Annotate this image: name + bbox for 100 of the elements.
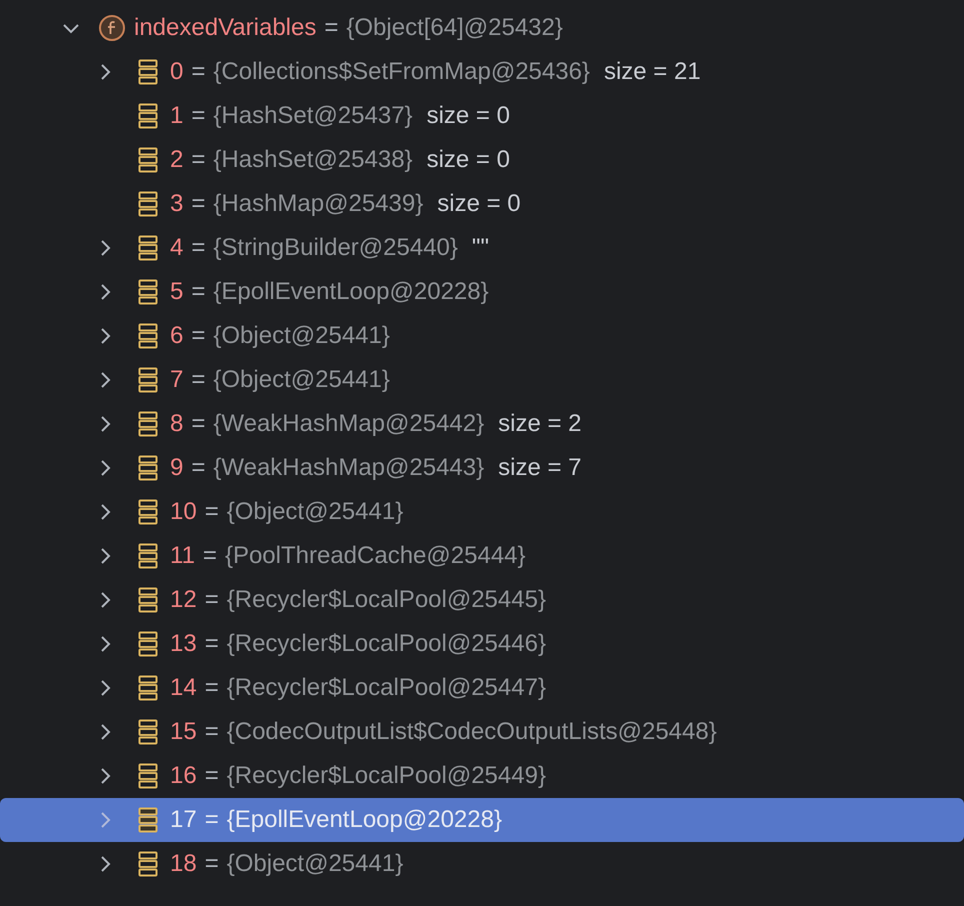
variable-row[interactable]: 5 = {EpollEventLoop@20228}: [0, 270, 964, 314]
stack-icon: [138, 675, 158, 701]
variable-row[interactable]: 0 = {Collections$SetFromMap@25436} size = 21: [0, 50, 964, 94]
equals-sign: =: [191, 365, 206, 395]
equals-sign: =: [324, 13, 338, 43]
variable-value: {HashMap@25439}: [213, 189, 424, 219]
variable-row[interactable]: 13 = {Recycler$LocalPool@25446}: [0, 622, 964, 666]
variable-row[interactable]: 17 = {EpollEventLoop@20228}: [0, 798, 964, 842]
variable-value: {WeakHashMap@25443}: [213, 453, 484, 483]
variable-name: 13: [170, 629, 197, 659]
equals-sign: =: [204, 761, 219, 791]
variable-name: 4: [170, 233, 184, 263]
variable-detail: size = 2: [498, 409, 582, 439]
variable-value: {Object@25441}: [226, 497, 404, 527]
equals-sign: =: [204, 849, 219, 879]
stack-icon: [138, 631, 158, 657]
stack-icon: [138, 279, 158, 305]
variable-row[interactable]: 6 = {Object@25441}: [0, 314, 964, 358]
stack-icon: [138, 147, 158, 173]
variable-row[interactable]: 3 = {HashMap@25439} size = 0: [0, 182, 964, 226]
variable-name: 11: [170, 541, 195, 571]
variable-row[interactable]: 1 = {HashSet@25437} size = 0: [0, 94, 964, 138]
equals-sign: =: [191, 277, 206, 307]
variable-row[interactable]: 2 = {HashSet@25438} size = 0: [0, 138, 964, 182]
variable-name: 0: [170, 57, 184, 87]
equals-sign: =: [191, 57, 206, 87]
stack-icon: [138, 499, 158, 525]
stack-icon: [138, 851, 158, 877]
variable-value: {HashSet@25438}: [213, 145, 413, 175]
variable-row[interactable]: 7 = {Object@25441}: [0, 358, 964, 402]
variable-name: 17: [170, 805, 197, 835]
variable-row[interactable]: 18 = {Object@25441}: [0, 842, 964, 886]
variable-value: {HashSet@25437}: [213, 101, 413, 131]
variable-value: {Recycler$LocalPool@25445}: [226, 585, 546, 615]
variable-detail: size = 0: [426, 145, 510, 175]
variable-name: 14: [170, 673, 197, 703]
variable-value: {Collections$SetFromMap@25436}: [213, 57, 590, 87]
stack-icon: [138, 323, 158, 349]
variable-value: {WeakHashMap@25442}: [213, 409, 484, 439]
variable-name: 8: [170, 409, 184, 439]
variable-name: indexedVariables: [134, 13, 316, 43]
stack-icon: [138, 191, 158, 217]
variable-value: {EpollEventLoop@20228}: [213, 277, 489, 307]
equals-sign: =: [204, 717, 219, 747]
variable-name: 9: [170, 453, 184, 483]
variable-row[interactable]: indexedVariables = {Object[64]@25432}: [0, 6, 964, 50]
variable-value: {Object[64]@25432}: [346, 13, 563, 43]
variable-row[interactable]: 12 = {Recycler$LocalPool@25445}: [0, 578, 964, 622]
stack-icon: [138, 103, 158, 129]
variable-name: 1: [170, 101, 184, 131]
equals-sign: =: [204, 629, 219, 659]
stack-icon: [138, 455, 158, 481]
variable-value: {Object@25441}: [213, 321, 390, 351]
variable-name: 2: [170, 145, 184, 175]
equals-sign: =: [191, 189, 206, 219]
variable-value: {Object@25441}: [226, 849, 404, 879]
variable-name: 15: [170, 717, 197, 747]
variable-value: {Recycler$LocalPool@25447}: [226, 673, 546, 703]
variable-detail: size = 0: [426, 101, 510, 131]
variable-row[interactable]: 8 = {WeakHashMap@25442} size = 2: [0, 402, 964, 446]
variable-row[interactable]: 15 = {CodecOutputList$CodecOutputLists@25448}: [0, 710, 964, 754]
stack-icon: [138, 807, 158, 833]
variable-name: 3: [170, 189, 184, 219]
variable-row[interactable]: 4 = {StringBuilder@25440} "": [0, 226, 964, 270]
stack-icon: [138, 587, 158, 613]
variable-detail: "": [472, 233, 489, 263]
variable-name: 10: [170, 497, 197, 527]
variable-detail: size = 21: [604, 57, 701, 87]
variable-name: 12: [170, 585, 197, 615]
equals-sign: =: [191, 321, 206, 351]
stack-icon: [138, 411, 158, 437]
equals-sign: =: [191, 145, 206, 175]
variable-row[interactable]: 14 = {Recycler$LocalPool@25447}: [0, 666, 964, 710]
variable-row[interactable]: 11 = {PoolThreadCache@25444}: [0, 534, 964, 578]
field-icon: [98, 14, 126, 42]
equals-sign: =: [204, 585, 219, 615]
variable-row[interactable]: 10 = {Object@25441}: [0, 490, 964, 534]
variable-value: {Object@25441}: [213, 365, 390, 395]
variable-name: 18: [170, 849, 197, 879]
equals-sign: =: [204, 805, 219, 835]
variable-value: {PoolThreadCache@25444}: [224, 541, 526, 571]
stack-icon: [138, 235, 158, 261]
stack-icon: [138, 367, 158, 393]
variable-value: {CodecOutputList$CodecOutputLists@25448}: [226, 717, 717, 747]
variable-row[interactable]: 9 = {WeakHashMap@25443} size = 7: [0, 446, 964, 490]
variable-name: 5: [170, 277, 184, 307]
variable-name: 6: [170, 321, 184, 351]
equals-sign: =: [202, 541, 217, 571]
stack-icon: [138, 543, 158, 569]
variable-name: 7: [170, 365, 184, 395]
variable-detail: size = 0: [437, 189, 521, 219]
equals-sign: =: [204, 497, 219, 527]
variable-row[interactable]: 16 = {Recycler$LocalPool@25449}: [0, 754, 964, 798]
variable-detail: size = 7: [498, 453, 582, 483]
equals-sign: =: [191, 453, 206, 483]
equals-sign: =: [191, 101, 206, 131]
equals-sign: =: [191, 409, 206, 439]
stack-icon: [138, 59, 158, 85]
variable-value: {Recycler$LocalPool@25446}: [226, 629, 546, 659]
variable-value: {StringBuilder@25440}: [213, 233, 458, 263]
